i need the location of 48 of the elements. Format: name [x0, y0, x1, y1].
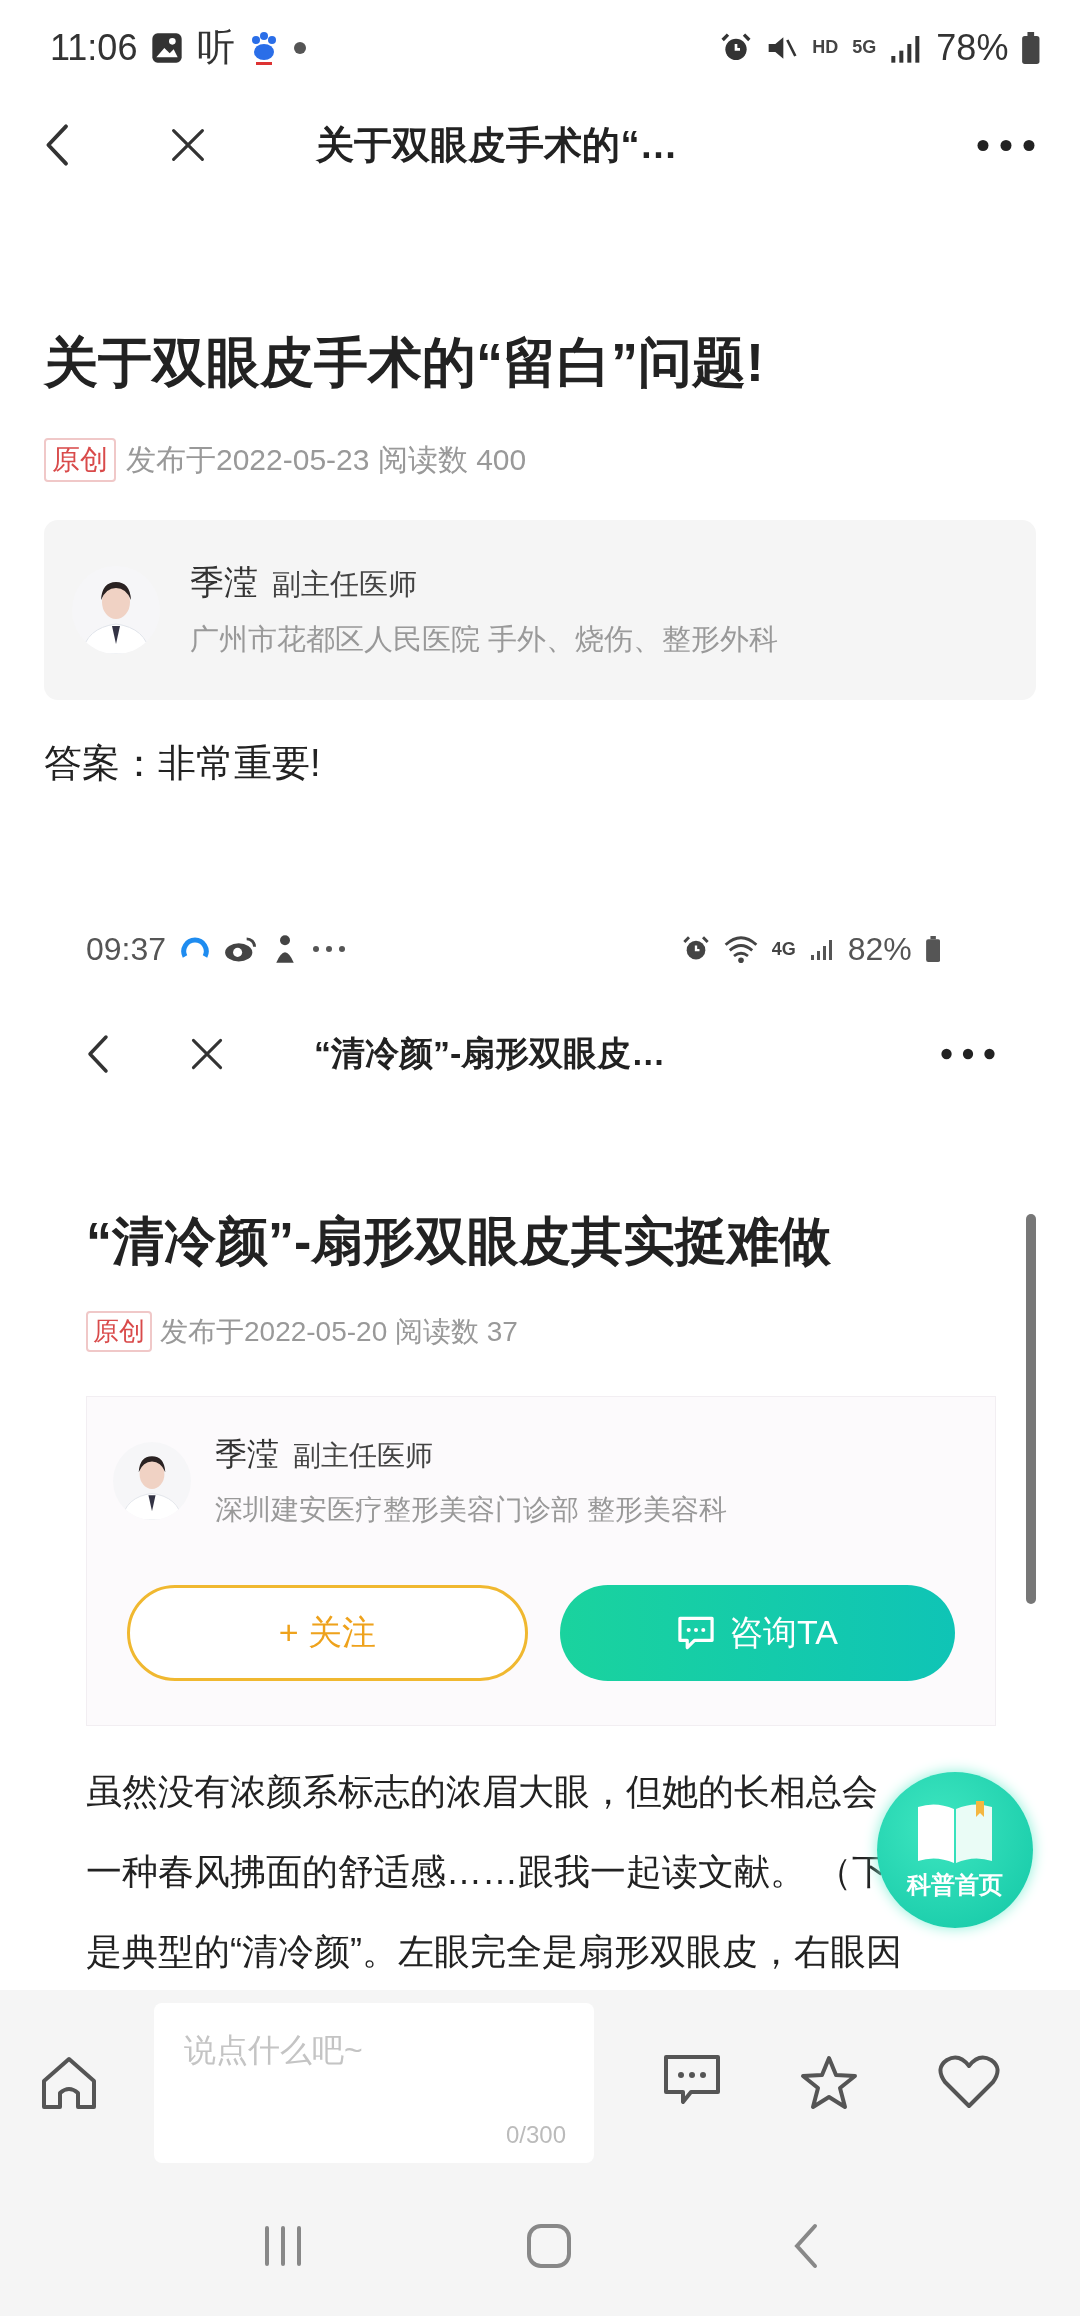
signal-icon	[809, 937, 834, 961]
author-card[interactable]: 季滢 副主任医师 广州市花都区人民医院 手外、烧伤、整形外科	[44, 520, 1036, 700]
consult-button[interactable]: 咨询TA	[560, 1585, 955, 1681]
heart-icon[interactable]	[937, 2053, 1001, 2110]
battery-icon	[1022, 31, 1040, 64]
follow-button[interactable]: + 关注	[127, 1585, 528, 1681]
article-title: 关于双眼皮手术的“留白”问题!	[44, 331, 765, 394]
status-time: 09:37	[86, 930, 167, 968]
publish-info: 发布于2022-05-20 阅读数 37	[160, 1314, 518, 1349]
article-text-line: 虽然没有浓颜系标志的浓眉大眼，但她的长相总会	[86, 1770, 878, 1814]
close-icon[interactable]	[190, 1037, 224, 1071]
home-icon[interactable]	[40, 2054, 98, 2111]
original-tag: 原创	[44, 438, 116, 482]
status-time: 11:06	[50, 26, 138, 69]
network-label: 4G	[771, 938, 796, 960]
close-icon[interactable]	[170, 127, 207, 163]
more-icon[interactable]	[940, 1047, 996, 1061]
author-name: 季滢	[215, 1435, 279, 1474]
chat-icon	[677, 1615, 716, 1651]
more-icon	[312, 945, 347, 953]
back-icon[interactable]	[44, 123, 71, 167]
article-text-line: 是典型的“清冷颜”。左眼完全是扇形双眼皮，右眼因	[86, 1930, 902, 1974]
star-icon[interactable]	[799, 2053, 859, 2112]
battery-percent: 82%	[847, 930, 912, 968]
article-paragraph: 答案：非常重要!	[44, 741, 322, 786]
page-title: “清冷颜”-扇形双眼皮…	[314, 1033, 667, 1074]
author-name: 季滢	[190, 562, 258, 603]
character-counter: 0/300	[505, 2120, 566, 2149]
dot-icon	[293, 40, 308, 55]
more-icon[interactable]	[976, 137, 1036, 153]
publish-info: 发布于2022-05-23 阅读数 400	[126, 441, 527, 478]
app-glyph: 听	[197, 25, 236, 70]
author-hospital: 深圳建安医疗整形美容门诊部 整形美容科	[215, 1493, 727, 1527]
image-icon	[151, 31, 184, 64]
page-title: 关于双眼皮手术的“…	[316, 122, 679, 168]
battery-icon	[925, 936, 940, 962]
original-tag: 原创	[86, 1311, 152, 1352]
network-label: 5G	[852, 37, 877, 58]
article-title: “清冷颜”-扇形双眼皮其实挺难做	[86, 1211, 833, 1272]
network-label: HD	[812, 37, 839, 58]
eye-icon	[224, 935, 259, 963]
wifi-icon	[723, 935, 758, 963]
battery-percent: 78%	[936, 26, 1009, 69]
home-button-icon[interactable]	[526, 2222, 572, 2269]
author-hospital: 广州市花都区人民医院 手外、烧伤、整形外科	[190, 622, 779, 657]
author-rank: 副主任医师	[293, 1439, 433, 1473]
back-icon[interactable]	[86, 1034, 110, 1074]
author-rank: 副主任医师	[272, 567, 417, 602]
